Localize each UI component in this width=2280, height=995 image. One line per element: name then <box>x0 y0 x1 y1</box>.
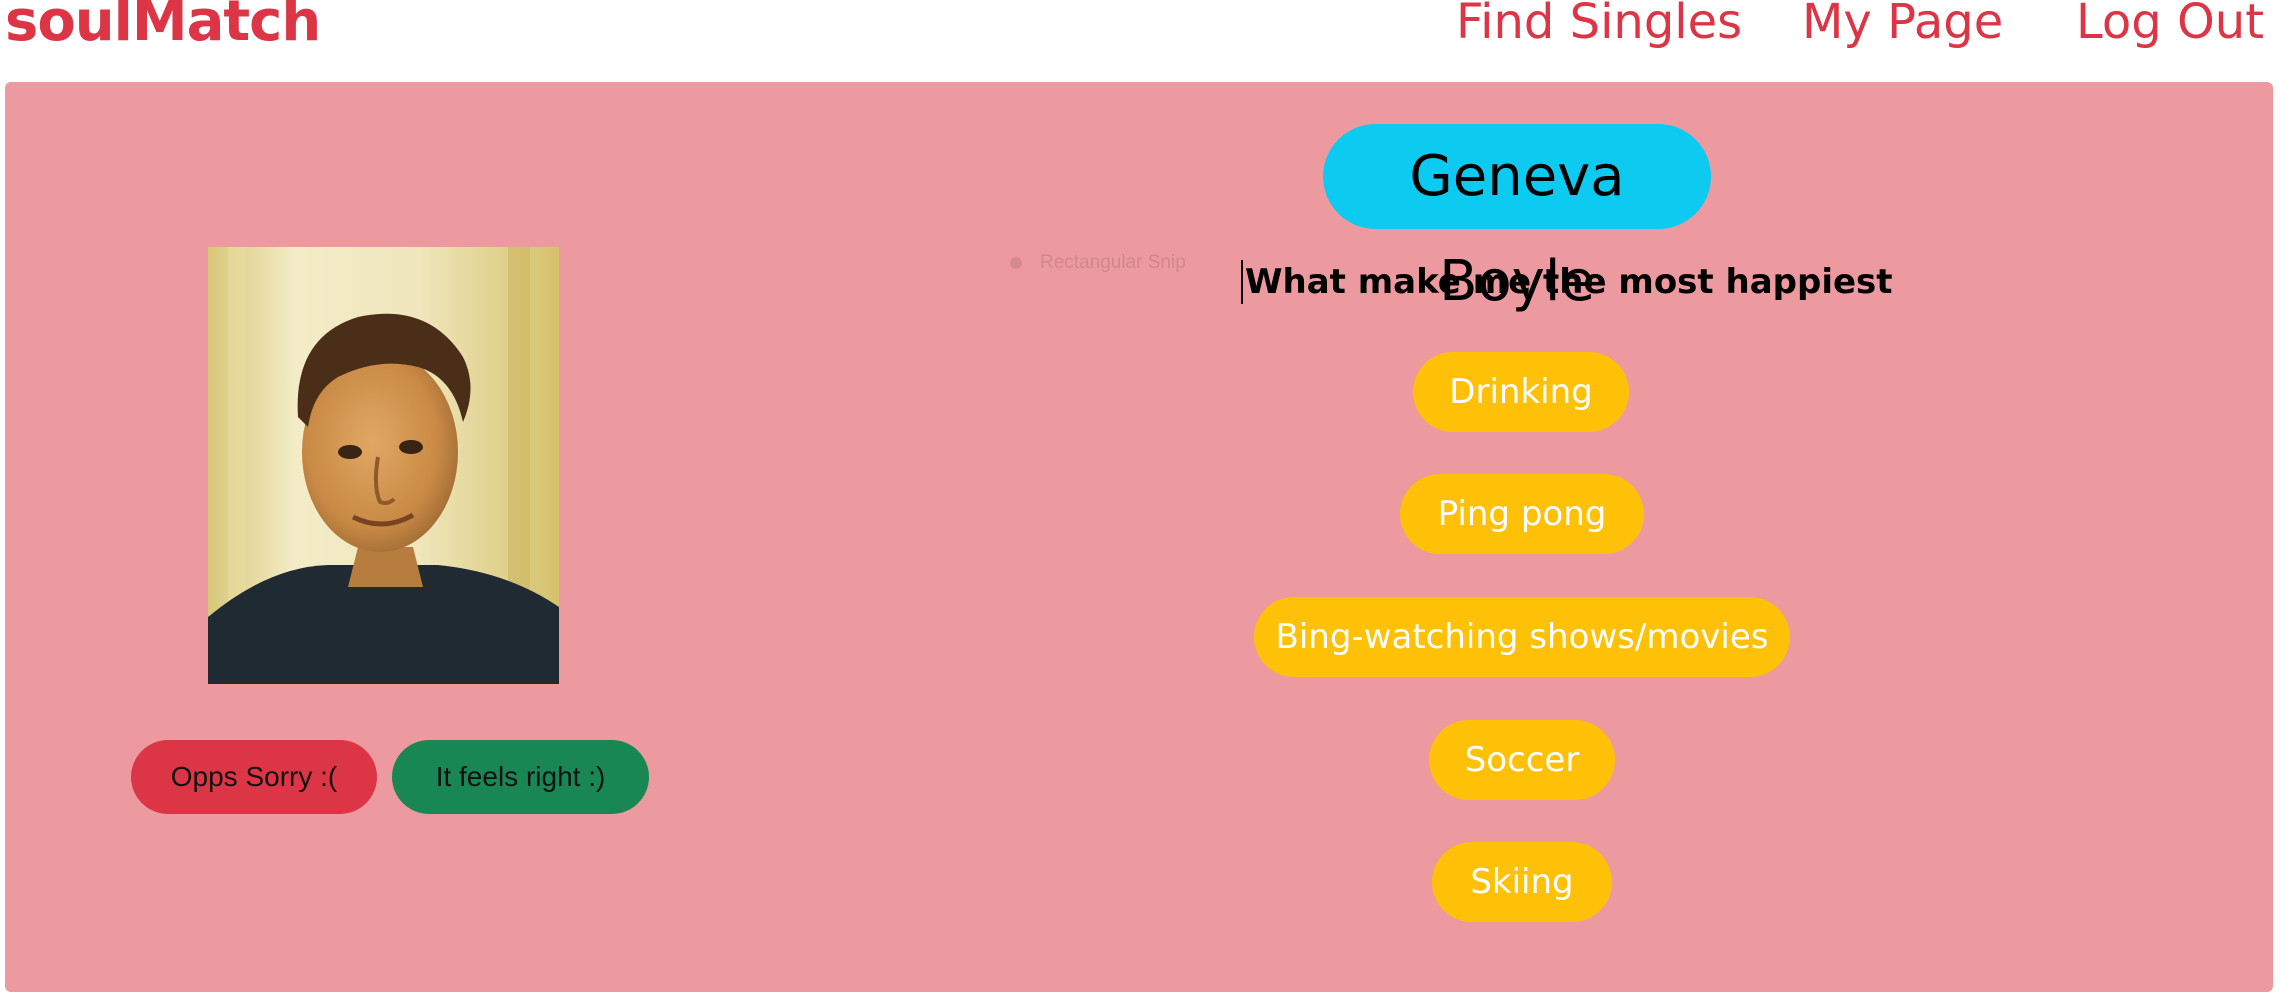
profile-name: Geneva Boyle <box>1323 124 1711 314</box>
brand-logo[interactable]: soulMatch <box>5 0 321 52</box>
interest-tag: Bing-watching shows/movies <box>1254 597 1790 677</box>
interests-heading: What make me the most happiest <box>1245 262 1893 302</box>
text-caret <box>1241 260 1243 304</box>
profile-photo-image <box>208 247 559 684</box>
interest-tag: Skiing <box>1432 842 1612 922</box>
nav-log-out[interactable]: Log Out <box>2076 0 2264 50</box>
snip-icon <box>1010 256 1022 269</box>
snip-overlay-label: Rectangular Snip <box>1040 252 1186 273</box>
accept-button[interactable]: It feels right :) <box>392 740 649 814</box>
nav-find-singles[interactable]: Find Singles <box>1456 0 1742 50</box>
reject-button[interactable]: Opps Sorry :( <box>131 740 377 814</box>
interest-tag: Soccer <box>1429 720 1615 800</box>
snip-overlay: Rectangular Snip <box>1010 252 1186 274</box>
nav-my-page[interactable]: My Page <box>1802 0 2003 50</box>
interest-tag: Drinking <box>1413 352 1629 432</box>
top-navbar: soulMatch Find Singles My Page Log Out <box>0 0 2280 80</box>
interest-tag: Ping pong <box>1400 474 1644 554</box>
profile-photo <box>208 247 559 684</box>
profile-card: Opps Sorry :( It feels right :) Geneva B… <box>5 82 2273 992</box>
